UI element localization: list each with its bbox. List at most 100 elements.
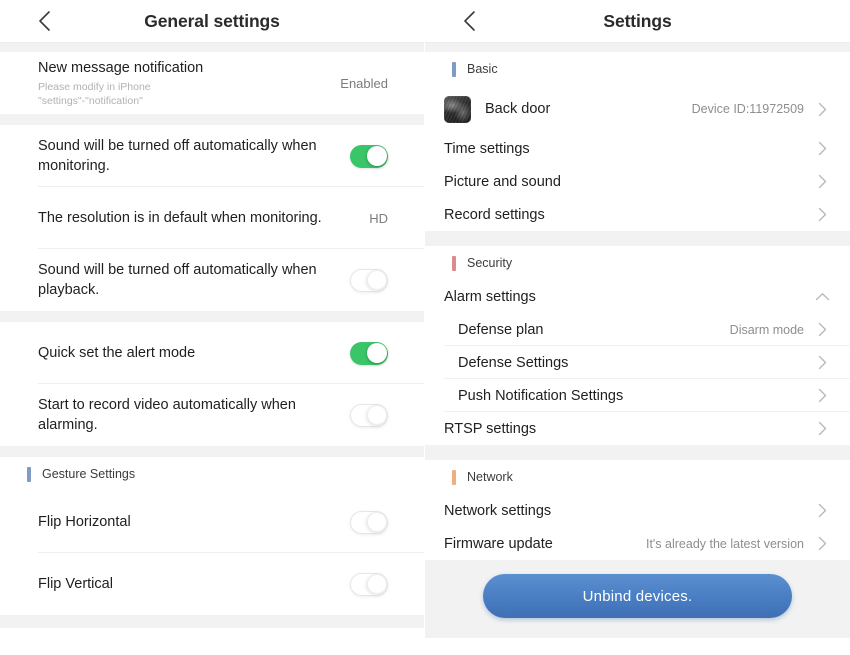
row-subtitle: Please modify in iPhone "settings"-"notif… xyxy=(38,81,151,107)
row-label: Record settings xyxy=(444,206,545,223)
basic-card: Back door Device ID:11972509 Time settin… xyxy=(425,86,850,231)
row-sound-off-monitoring[interactable]: Sound will be turned off automatically w… xyxy=(0,125,424,187)
unbind-devices-button[interactable]: Unbind devices. xyxy=(483,574,792,618)
row-label: Push Notification Settings xyxy=(458,387,624,404)
device-name: Back door xyxy=(485,101,551,117)
chevron-up-icon[interactable] xyxy=(814,289,830,305)
row-title: Quick set the alert mode xyxy=(38,345,196,361)
page-title: General settings xyxy=(144,10,280,31)
section-gap xyxy=(0,311,424,322)
chevron-right-icon xyxy=(814,421,830,437)
back-button[interactable] xyxy=(457,9,481,33)
row-rtsp-settings[interactable]: RTSP settings xyxy=(425,412,850,445)
row-flip-horizontal[interactable]: Flip Horizontal xyxy=(0,491,424,553)
toggle-auto-record-alarming[interactable] xyxy=(350,403,388,427)
row-label: Defense plan xyxy=(458,321,544,338)
row-title: Flip Vertical xyxy=(38,576,113,592)
page-title: Settings xyxy=(603,10,672,31)
row-sound-off-playback[interactable]: Sound will be turned off automatically w… xyxy=(0,249,424,311)
row-text-block: Quick set the alert mode xyxy=(38,343,350,363)
toggle-knob xyxy=(366,574,387,594)
row-firmware-update[interactable]: Firmware update It's already the latest … xyxy=(425,527,850,560)
chevron-right-icon xyxy=(814,322,830,338)
section-accent-bar xyxy=(452,469,456,485)
network-card: Network settings Firmware update It's al… xyxy=(425,494,850,560)
row-label: Network settings xyxy=(444,502,552,519)
section-accent-bar xyxy=(452,255,456,271)
row-label: Picture and sound xyxy=(444,173,561,190)
row-push-notification-settings[interactable]: Push Notification Settings xyxy=(425,379,850,412)
row-time-settings[interactable]: Time settings xyxy=(425,132,850,165)
row-text-block: New message notification Please modify i… xyxy=(38,58,340,108)
section-gap xyxy=(425,445,850,460)
chevron-right-icon xyxy=(814,141,830,157)
chevron-right-icon xyxy=(814,101,830,117)
row-title: Start to record video automatically when… xyxy=(38,397,296,433)
dual-screen-container: General settings New message notificatio… xyxy=(0,0,850,655)
chevron-left-icon xyxy=(37,10,51,32)
row-defense-settings[interactable]: Defense Settings xyxy=(425,346,850,379)
settings-navbar: Settings xyxy=(425,0,850,43)
gesture-card: Flip Horizontal Flip Vertical xyxy=(0,491,424,615)
toggle-flip-horizontal[interactable] xyxy=(350,510,388,534)
toggle-knob xyxy=(366,146,387,166)
row-record-settings[interactable]: Record settings xyxy=(425,198,850,231)
camera-snapshot-thumbnail xyxy=(444,95,471,123)
row-back-door-device[interactable]: Back door Device ID:11972509 xyxy=(425,86,850,132)
row-text-block: Sound will be turned off automatically w… xyxy=(38,136,350,176)
section-header-gesture-settings: Gesture Settings xyxy=(0,457,424,491)
row-alarm-settings[interactable]: Alarm settings xyxy=(425,280,850,313)
row-title: Sound will be turned off automatically w… xyxy=(38,262,317,298)
section-label: Gesture Settings xyxy=(42,467,136,481)
security-card: Alarm settings Defense plan Disarm mode xyxy=(425,280,850,445)
row-title: Flip Horizontal xyxy=(38,514,131,530)
section-label: Network xyxy=(467,470,513,484)
chevron-right-icon xyxy=(814,388,830,404)
row-resolution-default[interactable]: The resolution is in default when monito… xyxy=(0,187,424,249)
row-text-block: Flip Vertical xyxy=(38,574,350,594)
row-auto-record-alarming[interactable]: Start to record video automatically when… xyxy=(0,384,424,446)
row-text-block: Start to record video automatically when… xyxy=(38,395,350,435)
general-settings-screen: General settings New message notificatio… xyxy=(0,0,425,655)
row-title: Sound will be turned off automatically w… xyxy=(38,138,317,174)
section-header-security: Security xyxy=(425,246,850,280)
chevron-right-icon xyxy=(814,503,830,519)
toggle-sound-off-playback[interactable] xyxy=(350,268,388,292)
row-new-message-notification[interactable]: New message notification Please modify i… xyxy=(0,52,424,114)
chevron-right-icon xyxy=(814,536,830,552)
row-text-block: Sound will be turned off automatically w… xyxy=(38,260,350,300)
row-value: Enabled xyxy=(340,75,388,91)
row-text-block: The resolution is in default when monito… xyxy=(38,208,369,228)
toggle-knob xyxy=(366,343,387,363)
notification-card: New message notification Please modify i… xyxy=(0,52,424,114)
toggle-sound-off-monitoring[interactable] xyxy=(350,144,388,168)
row-picture-and-sound[interactable]: Picture and sound xyxy=(425,165,850,198)
row-quick-alert-mode[interactable]: Quick set the alert mode xyxy=(0,322,424,384)
toggle-quick-alert-mode[interactable] xyxy=(350,341,388,365)
section-gap xyxy=(0,114,424,125)
section-gap xyxy=(425,43,850,52)
row-label: RTSP settings xyxy=(444,420,537,437)
row-flip-vertical[interactable]: Flip Vertical xyxy=(0,553,424,615)
chevron-left-icon xyxy=(462,10,476,32)
row-text-block: Flip Horizontal xyxy=(38,512,350,532)
chevron-right-icon xyxy=(814,355,830,371)
monitoring-card: Sound will be turned off automatically w… xyxy=(0,125,424,311)
toggle-knob xyxy=(366,270,387,290)
section-gap xyxy=(0,446,424,457)
toggle-knob xyxy=(366,512,387,532)
section-gap xyxy=(0,615,424,628)
toggle-flip-vertical[interactable] xyxy=(350,572,388,596)
section-header-network: Network xyxy=(425,460,850,494)
row-defense-plan[interactable]: Defense plan Disarm mode xyxy=(425,313,850,346)
unbind-button-container: Unbind devices. xyxy=(425,560,850,638)
row-label: Time settings xyxy=(444,140,530,157)
row-title: New message notification xyxy=(38,60,204,76)
back-button[interactable] xyxy=(32,9,56,33)
section-label: Security xyxy=(467,256,513,270)
row-network-settings[interactable]: Network settings xyxy=(425,494,850,527)
row-label: Defense Settings xyxy=(458,354,569,371)
section-gap xyxy=(425,231,850,246)
section-gap xyxy=(0,43,424,52)
defense-plan-value: Disarm mode xyxy=(729,322,804,337)
